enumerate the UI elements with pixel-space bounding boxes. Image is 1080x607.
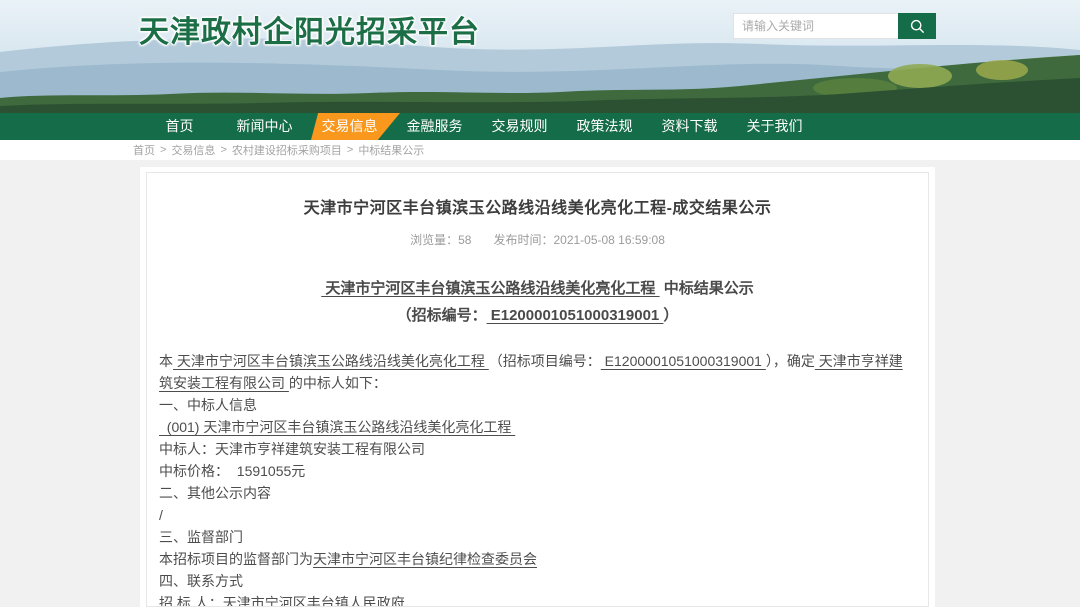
- nav-item-label: 关于我们: [747, 118, 803, 134]
- nav-item-policy[interactable]: 政策法规: [562, 113, 647, 140]
- nav-item-label: 交易规则: [492, 118, 548, 134]
- nav-item-about[interactable]: 关于我们: [732, 113, 817, 140]
- plain-text: 本: [159, 353, 173, 369]
- underlined-text: 天津市宁河区丰台镇纪律检查委员会: [313, 551, 537, 567]
- plain-text: 一、中标人信息: [159, 397, 257, 413]
- nav-item-label: 新闻中心: [237, 118, 293, 134]
- doc-line-3: (001) 天津市宁河区丰台镇滨玉公路线沿线美化亮化工程: [159, 416, 916, 438]
- breadcrumb-link[interactable]: 首页: [133, 142, 155, 158]
- doc-line-6: 二、其他公示内容: [159, 482, 916, 504]
- doc-line-1: 本 天津市宁河区丰台镇滨玉公路线沿线美化亮化工程 （招标项目编号： E12000…: [159, 350, 916, 394]
- plain-text: 四、联系方式: [159, 573, 243, 589]
- nav-item-label: 政策法规: [577, 118, 633, 134]
- plain-text: （招标项目编号：: [489, 353, 601, 369]
- nav-item-label: 资料下载: [662, 118, 718, 134]
- publish-time: 2021-05-08 16:59:08: [553, 233, 664, 247]
- search-bar: [733, 13, 936, 39]
- breadcrumb-separator: >: [220, 144, 226, 156]
- search-input[interactable]: [733, 13, 898, 39]
- plain-text: 中标结果公示: [660, 280, 754, 297]
- main-nav: 首页 新闻中心 交易信息 金融服务 交易规则 政策法规 资料下载 关于我们: [0, 113, 1080, 140]
- doc-line-11: 招 标 人：天津市宁河区丰台镇人民政府: [159, 592, 916, 607]
- announcement-document: 天津市宁河区丰台镇滨玉公路线沿线美化亮化工程-成交结果公示 浏览量：58 发布时间…: [146, 172, 929, 607]
- nav-item-trade-info[interactable]: 交易信息: [307, 113, 392, 140]
- nav-item-downloads[interactable]: 资料下载: [647, 113, 732, 140]
- nav-item-label: 交易信息: [322, 118, 378, 134]
- nav-item-home[interactable]: 首页: [137, 113, 222, 140]
- plain-text: ），确定: [766, 353, 815, 369]
- doc-line-7: /: [159, 504, 916, 526]
- publish-label: 发布时间：: [493, 233, 553, 247]
- doc-line-2: 一、中标人信息: [159, 394, 916, 416]
- document-title: 天津市宁河区丰台镇滨玉公路线沿线美化亮化工程-成交结果公示: [159, 194, 916, 218]
- document-body: 本 天津市宁河区丰台镇滨玉公路线沿线美化亮化工程 （招标项目编号： E12000…: [159, 350, 916, 607]
- nav-item-label: 金融服务: [407, 118, 463, 134]
- views-label: 浏览量：: [410, 233, 458, 247]
- underlined-text: (001) 天津市宁河区丰台镇滨玉公路线沿线美化亮化工程: [159, 419, 515, 435]
- plain-text: 本招标项目的监督部门为: [159, 551, 313, 567]
- doc-line-9: 本招标项目的监督部门为天津市宁河区丰台镇纪律检查委员会: [159, 548, 916, 570]
- underlined-text: 天津市宁河区丰台镇滨玉公路线沿线美化亮化工程: [321, 280, 659, 297]
- site-header: 天津政村企阳光招采平台: [0, 0, 1080, 113]
- page-body: 天津市宁河区丰台镇滨玉公路线沿线美化亮化工程-成交结果公示 浏览量：58 发布时间…: [0, 160, 1080, 607]
- breadcrumb-separator: >: [160, 144, 166, 156]
- nav-item-news[interactable]: 新闻中心: [222, 113, 307, 140]
- nav-item-label: 首页: [166, 118, 194, 134]
- plain-text: /: [159, 507, 163, 523]
- breadcrumb-link[interactable]: 农村建设招标采购项目: [232, 142, 342, 158]
- underlined-text: E1200001051000319001: [601, 353, 766, 369]
- nav-item-finance[interactable]: 金融服务: [392, 113, 477, 140]
- document-subtitle: 天津市宁河区丰台镇滨玉公路线沿线美化亮化工程 中标结果公示: [159, 277, 916, 298]
- breadcrumb: 首页 > 交易信息 > 农村建设招标采购项目 > 中标结果公示: [0, 140, 1080, 160]
- plain-text: 中标价格： 1591055元: [159, 463, 305, 479]
- underlined-text: 天津市宁河区丰台镇滨玉公路线沿线美化亮化工程: [173, 353, 489, 369]
- search-button[interactable]: [898, 13, 936, 39]
- search-icon: [909, 18, 926, 35]
- tender-number-line: （招标编号： E1200001051000319001 ）: [159, 304, 916, 325]
- plain-text: 的中标人如下：: [289, 375, 387, 391]
- plain-text: 二、其他公示内容: [159, 485, 271, 501]
- plain-text: 三、监督部门: [159, 529, 243, 545]
- doc-line-4: 中标人：天津市亨祥建筑安装工程有限公司: [159, 438, 916, 460]
- plain-text: （招标编号：: [397, 307, 487, 324]
- breadcrumb-link[interactable]: 中标结果公示: [358, 142, 424, 158]
- breadcrumb-separator: >: [347, 144, 353, 156]
- plain-text: 招 标 人：天津市宁河区丰台镇人民政府: [159, 595, 405, 607]
- nav-item-trade-rules[interactable]: 交易规则: [477, 113, 562, 140]
- content-panel: 天津市宁河区丰台镇滨玉公路线沿线美化亮化工程-成交结果公示 浏览量：58 发布时间…: [140, 167, 935, 607]
- plain-text: ）: [663, 307, 678, 324]
- views-count: 58: [458, 233, 471, 247]
- doc-line-10: 四、联系方式: [159, 570, 916, 592]
- breadcrumb-link[interactable]: 交易信息: [171, 142, 215, 158]
- site-logo-title: 天津政村企阳光招采平台: [139, 7, 480, 51]
- plain-text: 中标人：天津市亨祥建筑安装工程有限公司: [159, 441, 425, 457]
- doc-line-5: 中标价格： 1591055元: [159, 460, 916, 482]
- document-meta: 浏览量：58 发布时间：2021-05-08 16:59:08: [159, 231, 916, 248]
- doc-line-8: 三、监督部门: [159, 526, 916, 548]
- underlined-text: E1200001051000319001: [487, 307, 664, 324]
